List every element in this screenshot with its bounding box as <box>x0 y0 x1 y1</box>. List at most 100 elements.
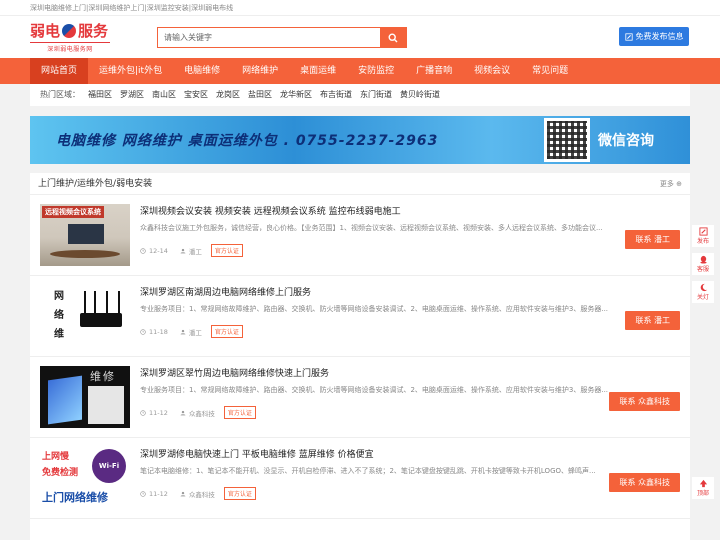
item-title[interactable]: 深圳罗湖修电脑快速上门 平板电脑维修 蓝屏维修 价格便宜 <box>140 447 374 460</box>
verified-badge: 官方认证 <box>210 244 243 257</box>
listing-panel: 上门维护/运维外包/弱电安装 更多 ⊕ 远程视频会议系统 深圳视频会议安装 视频… <box>30 173 690 540</box>
hot-area-link[interactable]: 黄贝岭街道 <box>400 84 440 106</box>
hot-area-link[interactable]: 宝安区 <box>184 84 208 106</box>
item-user: 潘工 <box>188 328 202 337</box>
sidebar-dark-mode[interactable]: 关灯 <box>692 281 714 303</box>
hot-area-link[interactable]: 福田区 <box>88 84 112 106</box>
item-thumbnail[interactable]: 上网慢 免费检测 Wi-Fi 上门网络维修 <box>40 447 130 509</box>
item-desc: 众鑫科技会议施工外包服务，诚信经营，良心价格。【业务范围】1、视频会议安装、远程… <box>140 224 603 232</box>
nav-item-home[interactable]: 网站首页 <box>30 58 89 84</box>
item-date: 11-12 <box>149 408 168 417</box>
arrow-up-icon <box>699 479 707 488</box>
verified-badge: 官方认证 <box>223 487 256 500</box>
nav-item-pc-repair[interactable]: 电脑维修 <box>173 58 231 84</box>
user-icon <box>180 248 186 253</box>
site-logo[interactable]: 弱电 服务 深圳弱电服务网 <box>30 22 110 54</box>
user-icon <box>180 491 186 496</box>
sidebar-label: 关灯 <box>696 294 709 301</box>
thumb-label: 免费检测 <box>42 468 79 478</box>
edit-icon <box>698 227 708 236</box>
logo-swirl-icon <box>62 24 77 38</box>
search-icon <box>388 32 398 42</box>
list-item[interactable]: 远程视频会议系统 深圳视频会议安装 视频安装 远程视频会议系统 监控布线弱电施工… <box>30 196 690 276</box>
verified-badge: 官方认证 <box>210 325 243 338</box>
hot-area-link[interactable]: 布吉街道 <box>320 84 352 106</box>
qq-icon <box>699 255 707 264</box>
floating-sidebar: 发布 客服 关灯 顶部 <box>692 225 714 499</box>
item-title[interactable]: 深圳罗湖区翠竹周边电脑网络维修快速上门服务 <box>140 366 329 379</box>
hot-area-link[interactable]: 龙岗区 <box>216 84 240 106</box>
search-input[interactable] <box>158 28 380 47</box>
nav-item-security[interactable]: 安防监控 <box>347 58 405 84</box>
item-date: 11-12 <box>149 489 168 498</box>
sidebar-label: 顶部 <box>696 490 709 497</box>
logo-text-right: 服务 <box>78 22 109 40</box>
banner-text: 电脑维修 网络维护 桌面运维外包 . 0755-2237-2963 <box>56 133 439 149</box>
search-bar <box>157 27 407 48</box>
nav-item-network[interactable]: 网络维护 <box>231 58 289 84</box>
logo-text-left: 弱电 <box>30 22 61 40</box>
sidebar-back-to-top[interactable]: 顶部 <box>692 477 714 499</box>
hot-area-link[interactable]: 东门街道 <box>360 84 392 106</box>
thumb-label: 上网慢 <box>42 452 70 462</box>
contact-button[interactable]: 联系 众鑫科技 <box>609 392 680 411</box>
sidebar-support[interactable]: 客服 <box>692 253 714 275</box>
sidebar-publish[interactable]: 发布 <box>692 225 714 247</box>
contact-button[interactable]: 联系 众鑫科技 <box>609 473 680 492</box>
thumb-label: 远程视频会议系统 <box>42 206 104 218</box>
item-user: 众鑫科技 <box>188 490 215 499</box>
hot-areas-label: 热门区域： <box>40 90 80 99</box>
listing-title: 上门维护/运维外包/弱电安装 <box>38 179 153 189</box>
item-desc: 专业服务项目：1、常规网络故障维护、路由器、交换机、防火墙等网络设备安装调试、2… <box>140 386 609 394</box>
item-title[interactable]: 深圳罗湖区南湖周边电脑网络维修上门服务 <box>140 285 311 298</box>
item-thumbnail[interactable]: 维修 <box>40 366 130 428</box>
search-button[interactable] <box>380 28 406 47</box>
item-title[interactable]: 深圳视频会议安装 视频安装 远程视频会议系统 监控布线弱电施工 <box>140 204 401 217</box>
contact-button[interactable]: 联系 潘工 <box>625 311 680 330</box>
sidebar-label: 发布 <box>696 238 709 245</box>
listing-header: 上门维护/运维外包/弱电安装 更多 ⊕ <box>30 173 690 195</box>
item-meta: 11-18 潘工 官方认证 <box>140 325 243 338</box>
moon-icon <box>700 283 707 292</box>
item-date: 12-14 <box>149 246 168 255</box>
banner-consult-text: 微信咨询 <box>598 133 654 149</box>
top-info-bar: 深圳电脑维修上门|深圳网络维护上门|深圳监控安装|深圳弱电布线 <box>0 0 720 16</box>
list-item[interactable]: 上网慢 免费检测 Wi-Fi 上门网络维修 深圳罗湖修电脑快速上门 平板电脑维修… <box>30 439 690 519</box>
logo-subtitle: 深圳弱电服务网 <box>30 42 110 53</box>
top-info-text: 深圳电脑维修上门|深圳网络维护上门|深圳监控安装|深圳弱电布线 <box>30 4 234 12</box>
clock-icon <box>140 328 146 335</box>
hot-area-link[interactable]: 南山区 <box>152 84 176 106</box>
item-thumbnail[interactable]: 远程视频会议系统 <box>40 204 130 266</box>
clock-icon <box>140 490 146 497</box>
more-link[interactable]: 更多 ⊕ <box>660 173 682 195</box>
item-user: 众鑫科技 <box>188 409 215 418</box>
hot-area-link[interactable]: 罗湖区 <box>120 84 144 106</box>
nav-item-faq[interactable]: 常见问题 <box>521 58 579 84</box>
hot-area-link[interactable]: 龙华新区 <box>280 84 312 106</box>
thumb-label: 网络维护上门 <box>54 291 64 340</box>
publish-label: 免费发布信息 <box>635 32 684 41</box>
item-meta: 11-12 众鑫科技 官方认证 <box>140 487 256 500</box>
item-meta: 12-14 潘工 官方认证 <box>140 244 243 257</box>
contact-button[interactable]: 联系 潘工 <box>625 230 680 249</box>
nav-item-audio[interactable]: 广播音响 <box>405 58 463 84</box>
list-item[interactable]: 网络维护上门 深圳罗湖区南湖周边电脑网络维修上门服务 专业服务项目：1、常规网络… <box>30 277 690 357</box>
nav-item-outsourcing[interactable]: 运维外包|it外包 <box>88 58 173 84</box>
hot-areas: 热门区域： 福田区 罗湖区 南山区 宝安区 龙岗区 盐田区 龙华新区 布吉街道 … <box>30 84 690 106</box>
promo-banner[interactable]: 电脑维修 网络维护 桌面运维外包 . 0755-2237-2963 微信咨询 <box>30 116 690 164</box>
publish-button[interactable]: 免费发布信息 <box>619 27 689 46</box>
clock-icon <box>140 247 146 254</box>
thumb-label: 维修 <box>90 370 116 383</box>
user-icon <box>180 410 186 415</box>
wifi-icon: Wi-Fi <box>92 449 126 483</box>
item-date: 11-18 <box>149 327 168 336</box>
main-nav: 网站首页 运维外包|it外包 电脑维修 网络维护 桌面运维 安防监控 广播音响 … <box>0 58 720 84</box>
hot-area-link[interactable]: 盐田区 <box>248 84 272 106</box>
item-thumbnail[interactable]: 网络维护上门 <box>40 285 130 347</box>
nav-item-video-conf[interactable]: 视频会议 <box>463 58 521 84</box>
sidebar-label: 客服 <box>696 266 709 273</box>
list-item[interactable]: 维修 深圳罗湖区翠竹周边电脑网络维修快速上门服务 专业服务项目：1、常规网络故障… <box>30 358 690 438</box>
item-desc: 专业服务项目：1、常规网络故障维护、路由器、交换机、防火墙等网络设备安装调试、2… <box>140 305 609 313</box>
user-icon <box>180 329 186 334</box>
nav-item-desktop-ops[interactable]: 桌面运维 <box>289 58 347 84</box>
